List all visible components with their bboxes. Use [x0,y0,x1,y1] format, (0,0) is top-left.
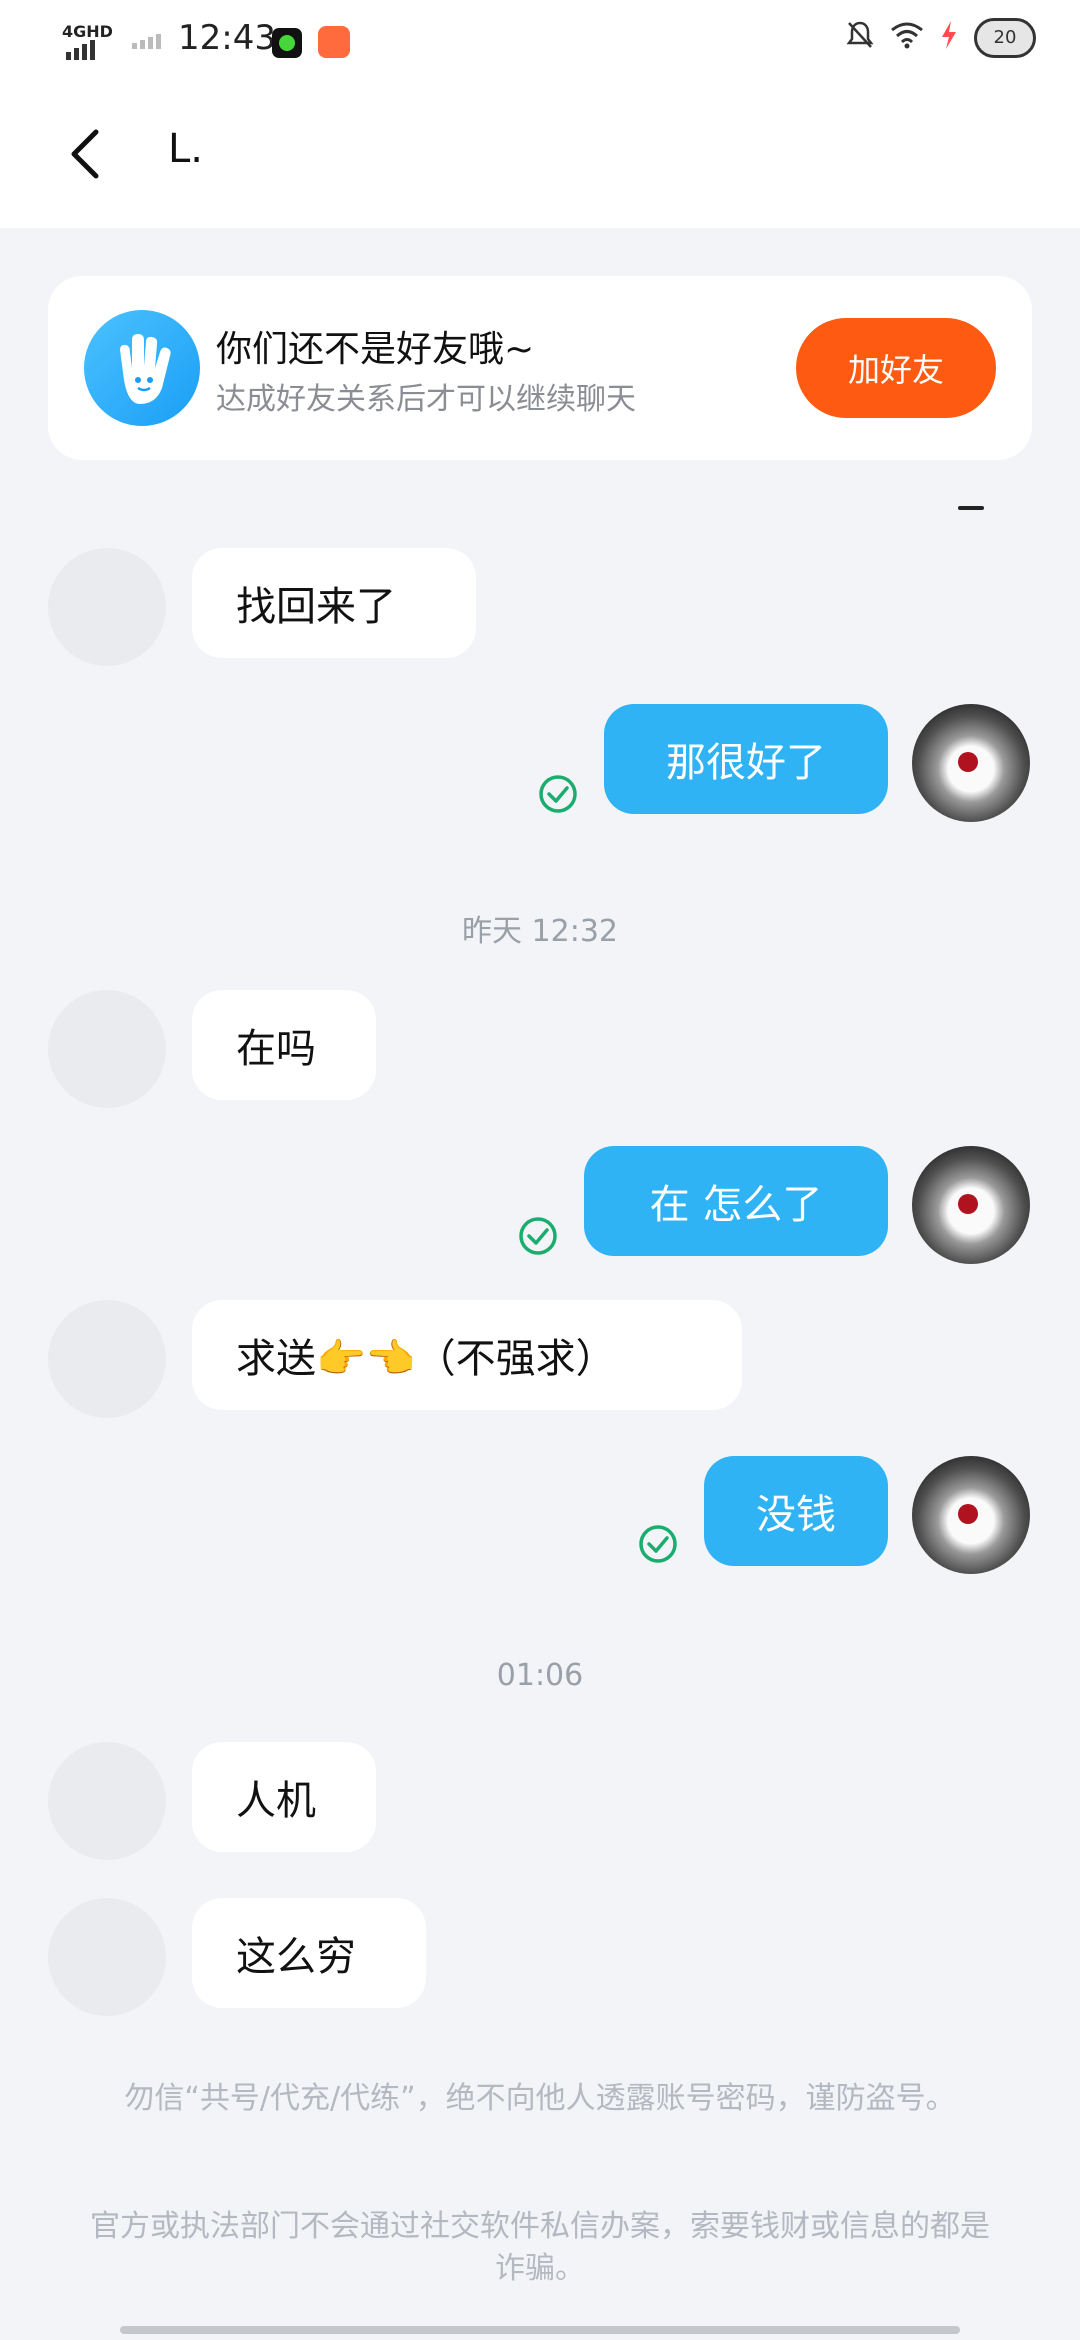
my-avatar[interactable] [912,704,1030,822]
contact-avatar[interactable] [48,990,166,1108]
incoming-message[interactable]: 在吗 [192,990,376,1100]
wave-hand-icon [84,310,200,426]
friend-card-subtitle: 达成好友关系后才可以继续聊天 [216,382,636,417]
app-notification-icon [272,28,302,58]
incoming-message[interactable]: 求送👉👈（不强求） [192,1300,742,1410]
back-button[interactable] [62,124,112,184]
friend-request-card: 你们还不是好友哦~ 达成好友关系后才可以继续聊天 加好友 [48,276,1032,460]
incoming-message[interactable]: 找回来了 [192,548,476,658]
outgoing-message[interactable]: 在 怎么了 [584,1146,888,1256]
contact-avatar[interactable] [48,1300,166,1418]
read-check-icon [638,1524,678,1564]
network-indicator: 4GHD [62,22,113,41]
status-bar: 4GHD 12:43 20 [0,0,1080,84]
battery-indicator: 20 [974,18,1036,58]
charging-icon [940,20,958,57]
home-indicator [120,2326,960,2334]
read-check-icon [538,774,578,814]
status-time: 12:43 [178,18,276,58]
wifi-icon [890,21,924,56]
chat-title[interactable]: L. [168,126,203,172]
signal-secondary-icon [132,34,161,49]
contact-avatar[interactable] [48,1742,166,1860]
divider [958,506,984,510]
outgoing-message[interactable]: 没钱 [704,1456,888,1566]
message-timestamp: 昨天 12:32 [462,914,618,949]
fraud-notice: 官方或执法部门不会通过社交软件私信办案，索要钱财或信息的都是诈骗。 [90,2209,990,2286]
app-notification-icon-2 [318,26,350,58]
contact-avatar[interactable] [48,548,166,666]
outgoing-message[interactable]: 那很好了 [604,704,888,814]
friend-card-title: 你们还不是好友哦~ [216,329,535,370]
my-avatar[interactable] [912,1146,1030,1264]
incoming-message[interactable]: 人机 [192,1742,376,1852]
contact-avatar[interactable] [48,1898,166,2016]
read-check-icon [518,1216,558,1256]
chat-header: L. [0,84,1080,228]
add-friend-button[interactable]: 加好友 [796,318,996,418]
status-right: 20 [846,18,1036,58]
message-timestamp: 01:06 [496,1658,584,1693]
signal-icon [66,40,95,60]
security-notice: 勿信“共号/代充/代练”，绝不向他人透露账号密码，谨防盗号。 [124,2081,956,2116]
my-avatar[interactable] [912,1456,1030,1574]
mute-bell-icon [846,20,874,57]
incoming-message[interactable]: 这么穷 [192,1898,426,2008]
